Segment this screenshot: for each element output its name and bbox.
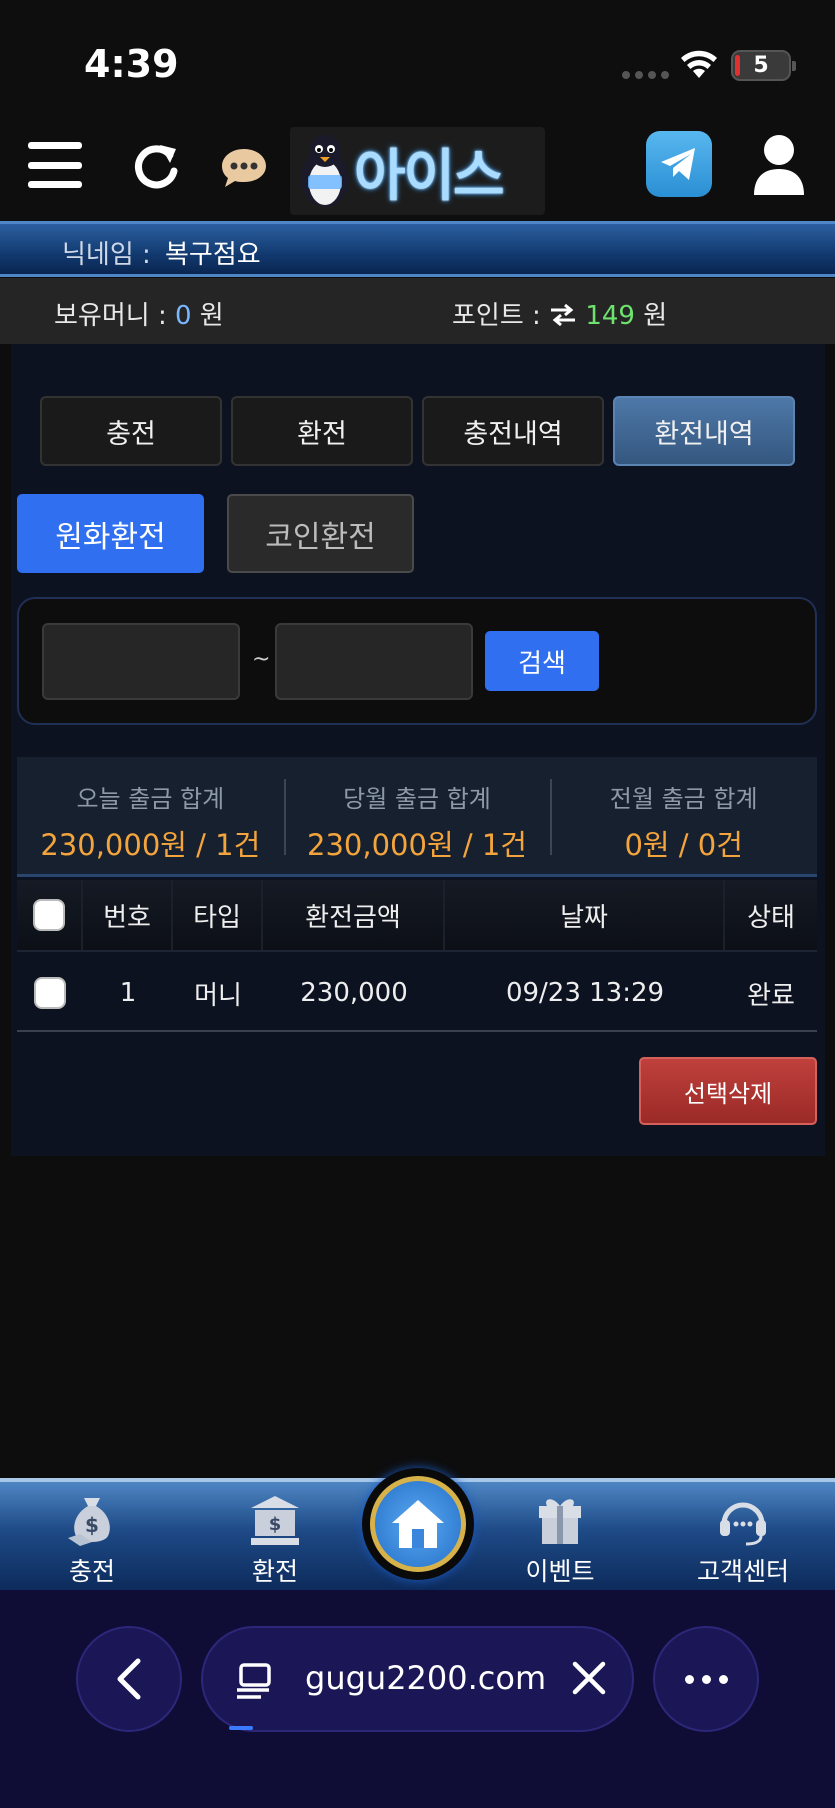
nav-event-label: 이벤트 bbox=[525, 1557, 595, 1586]
site-logo[interactable]: 아이스 bbox=[290, 127, 545, 215]
wifi-icon bbox=[681, 50, 717, 78]
row-status: 완료 bbox=[747, 980, 795, 1011]
start-date-input[interactable] bbox=[42, 623, 240, 700]
close-icon[interactable] bbox=[569, 1658, 609, 1698]
chat-icon[interactable] bbox=[220, 147, 268, 189]
summary-today: 오늘 출금 합계 230,000원 / 1건 bbox=[17, 757, 284, 874]
money-unit: 원 bbox=[199, 301, 224, 331]
home-icon bbox=[392, 1500, 444, 1548]
main-tabs: 충전 환전 충전내역 환전내역 bbox=[40, 396, 795, 466]
row-select-cell bbox=[17, 956, 83, 1030]
battery-level: 5 bbox=[753, 53, 769, 78]
summary-this-month: 당월 출금 합계 230,000원 / 1건 bbox=[283, 757, 551, 874]
point-unit: 원 bbox=[643, 301, 668, 331]
money-label: 보유머니 : bbox=[54, 301, 167, 331]
nickname-label: 닉네임 : bbox=[62, 240, 151, 270]
summary-label: 전월 출금 합계 bbox=[609, 785, 758, 813]
money-bag-icon: $ bbox=[68, 1498, 110, 1546]
nickname-value: 복구점요 bbox=[165, 240, 261, 270]
date-search-box: ~ 검색 bbox=[17, 597, 817, 725]
signal-icon bbox=[622, 71, 669, 79]
summary-label: 오늘 출금 합계 bbox=[76, 785, 225, 813]
tab-charge-history[interactable]: 충전내역 bbox=[422, 396, 604, 466]
header-select-cell bbox=[17, 880, 83, 950]
more-options-icon[interactable] bbox=[653, 1626, 759, 1732]
nav-support[interactable]: 고객센터 bbox=[673, 1492, 813, 1588]
point-label: 포인트 : bbox=[452, 301, 541, 331]
nav-support-label: 고객센터 bbox=[696, 1557, 789, 1586]
header-date: 날짜 bbox=[445, 880, 725, 950]
user-icon[interactable] bbox=[752, 133, 806, 197]
point-balance: 포인트 : 149 원 bbox=[452, 295, 667, 332]
row-number: 1 bbox=[119, 978, 137, 1008]
tabs-icon bbox=[237, 1663, 271, 1699]
svg-text:$: $ bbox=[269, 1514, 282, 1535]
subtab-coin-exchange[interactable]: 코인환전 bbox=[227, 494, 414, 573]
gift-icon bbox=[539, 1499, 581, 1544]
menu-icon[interactable] bbox=[28, 142, 82, 188]
row-checkbox[interactable] bbox=[34, 977, 66, 1009]
telegram-icon[interactable] bbox=[646, 131, 712, 197]
point-value: 149 bbox=[585, 301, 635, 331]
browser-toolbar: gugu2200.com bbox=[0, 1590, 835, 1808]
table-row: 1 머니 230,000 09/23 13:29 완료 bbox=[17, 956, 817, 1032]
nav-exchange[interactable]: $ 환전 bbox=[205, 1492, 345, 1588]
row-date: 09/23 13:29 bbox=[505, 978, 665, 1008]
row-amount: 230,000 bbox=[300, 978, 408, 1008]
nav-exchange-label: 환전 bbox=[251, 1557, 298, 1586]
balance-bar: 보유머니 : 0 원 포인트 : 149 원 bbox=[0, 278, 835, 344]
subtab-krw-exchange[interactable]: 원화환전 bbox=[17, 494, 204, 573]
end-date-input[interactable] bbox=[275, 623, 473, 700]
headset-icon bbox=[720, 1502, 766, 1546]
tab-exchange[interactable]: 환전 bbox=[231, 396, 413, 466]
exchange-history-panel: 충전 환전 충전내역 환전내역 원화환전 코인환전 ~ 검색 오늘 출금 합계 … bbox=[11, 344, 825, 1156]
chevron-left-icon bbox=[117, 1658, 141, 1700]
battery-icon: 5 bbox=[731, 50, 796, 81]
row-type: 머니 bbox=[194, 980, 242, 1011]
money-value: 0 bbox=[174, 301, 192, 331]
nickname-bar: 닉네임 : 복구점요 bbox=[0, 221, 835, 277]
tab-charge[interactable]: 충전 bbox=[40, 396, 222, 466]
tab-exchange-history[interactable]: 환전내역 bbox=[613, 396, 795, 466]
nav-home-button[interactable] bbox=[362, 1468, 474, 1580]
browser-back-button[interactable] bbox=[76, 1626, 182, 1732]
convert-icon[interactable] bbox=[549, 303, 577, 327]
header-type: 타입 bbox=[173, 880, 263, 950]
status-bar: 4:39 5 bbox=[0, 0, 835, 125]
summary-label: 당월 출금 합계 bbox=[343, 785, 491, 813]
summary-value: 230,000원 / 1건 bbox=[307, 828, 527, 862]
nav-charge-label: 충전 bbox=[68, 1557, 115, 1586]
header-number: 번호 bbox=[83, 880, 173, 950]
header-status: 상태 bbox=[747, 902, 795, 933]
nav-event[interactable]: 이벤트 bbox=[490, 1492, 630, 1588]
app-header: 아이스 bbox=[0, 125, 835, 220]
money-balance: 보유머니 : 0 원 bbox=[54, 295, 224, 332]
select-all-checkbox[interactable] bbox=[33, 899, 65, 931]
status-time: 4:39 bbox=[84, 42, 179, 86]
withdrawal-summary: 오늘 출금 합계 230,000원 / 1건 당월 출금 합계 230,000원… bbox=[17, 757, 817, 877]
url-text: gugu2200.com bbox=[305, 1659, 547, 1697]
refresh-icon[interactable] bbox=[130, 141, 182, 193]
logo-text: 아이스 bbox=[354, 143, 505, 209]
nav-charge[interactable]: $ 충전 bbox=[22, 1492, 162, 1588]
penguin-icon bbox=[301, 135, 349, 207]
delete-selected-button[interactable]: 선택삭제 bbox=[639, 1057, 817, 1125]
svg-text:$: $ bbox=[85, 1513, 99, 1537]
bank-icon: $ bbox=[251, 1496, 299, 1545]
header-amount: 환전금액 bbox=[263, 880, 445, 950]
summary-value: 0원 / 0건 bbox=[624, 828, 743, 862]
summary-value: 230,000원 / 1건 bbox=[40, 828, 261, 862]
date-separator: ~ bbox=[252, 647, 271, 672]
page-load-progress bbox=[229, 1726, 253, 1730]
table-header: 번호 타입 환전금액 날짜 상태 bbox=[17, 880, 817, 952]
summary-last-month: 전월 출금 합계 0원 / 0건 bbox=[550, 757, 817, 874]
search-button[interactable]: 검색 bbox=[485, 631, 599, 691]
address-bar[interactable]: gugu2200.com bbox=[201, 1626, 634, 1732]
